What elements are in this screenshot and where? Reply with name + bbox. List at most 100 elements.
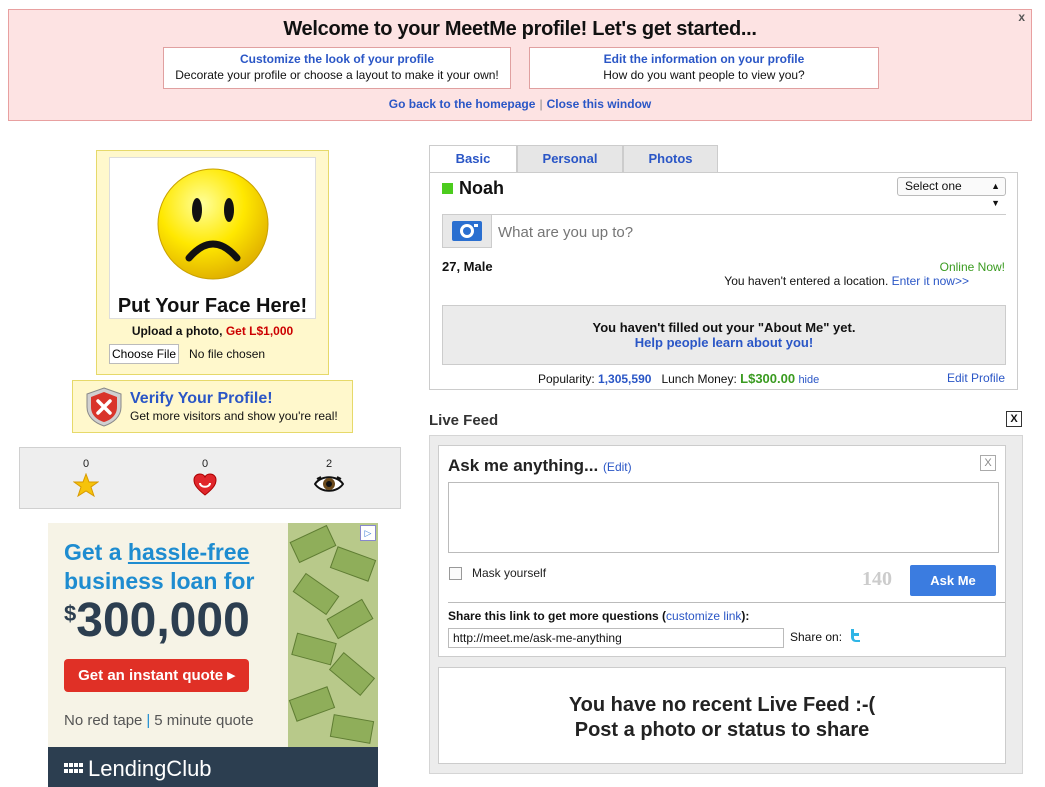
tab-personal[interactable]: Personal xyxy=(517,145,623,173)
ad-headline-prefix: Get a xyxy=(64,539,128,565)
customize-profile-link[interactable]: Customize the look of your profile xyxy=(164,52,510,66)
ask-edit-link[interactable]: (Edit) xyxy=(603,460,632,474)
ad-brand-name: LendingClub xyxy=(88,756,212,781)
popularity-value[interactable]: 1,305,590 xyxy=(598,372,651,386)
profile-photo-placeholder[interactable]: Put Your Face Here! xyxy=(109,157,316,319)
ad-brand-footer: LendingClub xyxy=(48,747,378,787)
profile-card: Noah Select one ▲▼ 27, Male Online Now! … xyxy=(429,172,1018,390)
ad-tagline: No red tape | 5 minute quote xyxy=(64,712,254,729)
lunch-money-value: L$300.00 xyxy=(740,371,796,386)
sad-face-icon xyxy=(157,168,269,280)
tab-basic[interactable]: Basic xyxy=(429,145,517,173)
views-count: 2 xyxy=(325,458,333,470)
upload-reward: Get L$1,000 xyxy=(225,324,294,338)
ad-headline-line2: business loan for xyxy=(64,568,255,594)
adchoices-icon[interactable]: ▷ xyxy=(360,525,376,541)
customize-profile-box[interactable]: Customize the look of your profile Decor… xyxy=(163,47,511,89)
ask-title-text: Ask me anything... xyxy=(448,456,599,475)
empty-feed-line2: Post a photo or status to share xyxy=(574,719,870,741)
welcome-links: Go back to the homepage | Close this windo… xyxy=(9,97,1031,111)
age-gender: 27, Male xyxy=(442,259,493,274)
edit-profile-link[interactable]: Edit Profile xyxy=(947,371,1005,385)
share-url-field[interactable] xyxy=(448,628,784,648)
share-label-prefix: Share this link to get more questions ( xyxy=(448,609,667,623)
share-label-suffix: ): xyxy=(741,609,750,623)
welcome-banner: Welcome to your MeetMe profile! Let's ge… xyxy=(8,9,1032,121)
edit-info-link[interactable]: Edit the information on your profile xyxy=(530,52,878,66)
lunch-money-label: Lunch Money: xyxy=(661,372,741,386)
profile-action-select[interactable]: Select one ▲ ▼ xyxy=(897,177,1006,208)
share-on-label: Share on: xyxy=(790,630,843,644)
live-feed-heading: Live Feed xyxy=(429,412,499,429)
verify-profile-box[interactable]: Verify Your Profile! Get more visitors a… xyxy=(72,380,353,433)
customize-profile-description: Decorate your profile or choose a layout… xyxy=(175,68,499,82)
money-illustration xyxy=(288,524,377,744)
hide-lunch-money-link[interactable]: hide xyxy=(798,374,819,386)
ad-tag2: 5 minute quote xyxy=(154,712,254,729)
ask-card-close-button[interactable]: X xyxy=(980,455,996,471)
about-me-link[interactable]: Help people learn about you! xyxy=(443,335,1005,350)
views-stat[interactable]: 2 xyxy=(309,458,349,495)
ad-headline-line1: Get a hassle-free xyxy=(64,539,249,566)
upload-text: Upload a photo, xyxy=(131,324,226,338)
popularity-label: Popularity: xyxy=(538,372,599,386)
share-link-label: Share this link to get more questions (c… xyxy=(448,609,749,623)
hearts-stat[interactable]: 0 xyxy=(185,458,225,497)
choose-file-button[interactable]: Choose File xyxy=(109,344,180,364)
ad-currency: $ xyxy=(64,601,77,626)
verify-profile-subtitle: Get more visitors and show you're real! xyxy=(130,409,338,423)
put-your-face-text: Put Your Face Here! xyxy=(117,295,308,317)
verify-profile-link[interactable]: Verify Your Profile! xyxy=(130,390,273,408)
about-me-missing-text: You haven't filled out your "About Me" y… xyxy=(592,320,856,335)
ask-me-button[interactable]: Ask Me xyxy=(910,565,996,596)
star-icon xyxy=(73,473,99,497)
ad-tag1: No red tape xyxy=(64,712,143,729)
favorites-stat[interactable]: 0 xyxy=(66,458,106,497)
ad-headline-link[interactable]: hassle-free xyxy=(128,539,249,565)
live-feed-close-button[interactable]: X xyxy=(1006,411,1022,427)
online-now-status: Online Now! xyxy=(939,260,1005,274)
camera-button[interactable] xyxy=(443,215,492,247)
live-feed-container: Ask me anything... (Edit) X Mask yoursel… xyxy=(429,435,1023,774)
heart-icon xyxy=(193,473,217,496)
ask-divider xyxy=(448,602,1005,603)
camera-icon xyxy=(452,221,482,241)
ad-amount-value: 300,000 xyxy=(76,594,250,647)
status-update-box xyxy=(442,214,1012,249)
lendingclub-ad[interactable]: ▷ Get a hassle-free business loan for $3… xyxy=(48,523,378,787)
enter-location-link[interactable]: Enter it now>> xyxy=(892,274,969,288)
popularity-row: Popularity: 1,305,590 Lunch Money: L$300… xyxy=(538,371,819,386)
lendingclub-logo-icon xyxy=(64,763,83,773)
ad-tag-separator: | xyxy=(146,712,151,729)
mask-yourself-row[interactable]: Mask yourself xyxy=(448,566,546,580)
location-text: You haven't entered a location. xyxy=(724,274,892,288)
about-me-box: You haven't filled out your "About Me" y… xyxy=(442,305,1006,365)
profile-stats-box: 0 0 2 xyxy=(19,447,401,509)
character-count: 140 xyxy=(862,568,892,590)
ask-question-textarea[interactable] xyxy=(448,482,999,553)
twitter-icon[interactable] xyxy=(848,627,864,643)
select-arrows-icon: ▲ ▼ xyxy=(991,181,1000,208)
profile-name: Noah xyxy=(459,178,504,198)
upload-photo-text: Upload a photo, Get L$1,000 xyxy=(97,324,328,338)
file-upload-row: Choose File No file chosen xyxy=(109,344,265,364)
mask-yourself-label: Mask yourself xyxy=(472,566,547,580)
homepage-link[interactable]: Go back to the homepage xyxy=(389,97,536,111)
ask-me-anything-card: Ask me anything... (Edit) X Mask yoursel… xyxy=(438,445,1006,657)
ad-cta-button[interactable]: Get an instant quote ▸ xyxy=(64,659,249,692)
photo-upload-box: Put Your Face Here! Upload a photo, Get … xyxy=(96,150,329,375)
favorites-count: 0 xyxy=(82,458,90,470)
eye-icon xyxy=(314,476,344,492)
close-banner-button[interactable]: x xyxy=(1018,10,1025,24)
select-value: Select one xyxy=(905,179,962,193)
profile-tabs: Basic Personal Photos xyxy=(429,145,718,173)
customize-link[interactable]: customize link xyxy=(666,609,741,623)
hearts-count: 0 xyxy=(201,458,209,470)
mask-yourself-checkbox[interactable] xyxy=(449,566,462,580)
edit-info-description: How do you want people to view you? xyxy=(603,68,805,82)
close-window-link[interactable]: Close this window xyxy=(547,97,652,111)
status-input[interactable] xyxy=(492,215,1012,249)
online-status-icon xyxy=(442,183,453,194)
edit-info-box[interactable]: Edit the information on your profile How… xyxy=(529,47,879,89)
tab-photos[interactable]: Photos xyxy=(623,145,718,173)
